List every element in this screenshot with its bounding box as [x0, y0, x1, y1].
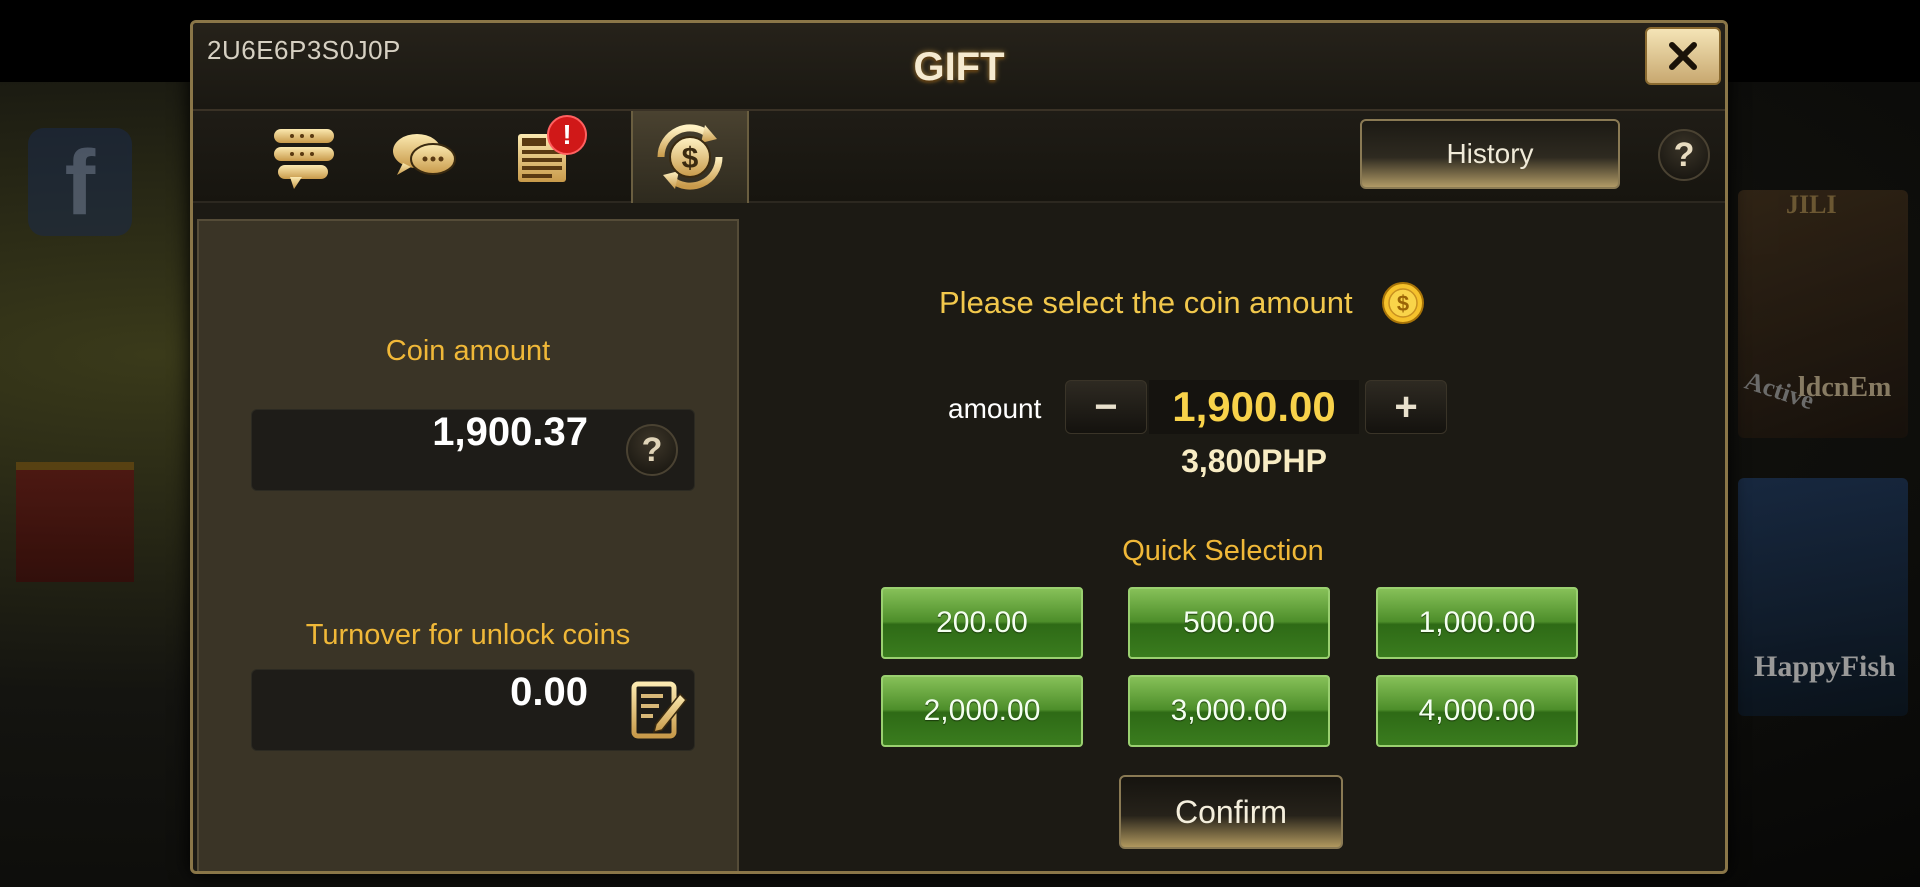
tab-coin-gift[interactable]: $: [631, 111, 749, 203]
tab-news[interactable]: !: [483, 111, 601, 203]
game-card-name: ldcnEm: [1798, 372, 1892, 403]
help-button[interactable]: ?: [1658, 129, 1710, 181]
turnover-box: 0.00: [251, 669, 695, 751]
turnover-label: Turnover for unlock coins: [305, 619, 631, 651]
game-card-happyfish: HappyFish: [1738, 478, 1908, 716]
edit-button[interactable]: [628, 678, 688, 742]
dialog-title: GIFT: [913, 45, 1005, 89]
decrease-amount-button[interactable]: −: [1065, 380, 1147, 434]
coin-exchange-icon: $: [657, 124, 723, 190]
coin-icon: $: [1382, 282, 1424, 324]
game-card-provider: JILI: [1786, 190, 1837, 219]
coin-amount-label: Coin amount: [385, 335, 551, 367]
history-button[interactable]: History: [1360, 119, 1620, 189]
tab-messages[interactable]: [365, 111, 483, 203]
close-icon: [1669, 42, 1697, 70]
svg-text:$: $: [1397, 291, 1409, 316]
quick-select-1000[interactable]: 1,000.00: [1376, 587, 1578, 659]
tab-vip-chat[interactable]: [245, 111, 363, 203]
quick-select-3000[interactable]: 3,000.00: [1128, 675, 1330, 747]
balance-panel: Coin amount 1,900.37 ? Turnover for unlo…: [197, 219, 739, 871]
php-equivalent: 3,800PHP: [1181, 443, 1327, 479]
quick-select-2000[interactable]: 2,000.00: [881, 675, 1083, 747]
game-card-name: HappyFish: [1754, 650, 1896, 683]
close-button[interactable]: [1645, 27, 1721, 85]
edit-note-icon: [631, 681, 688, 739]
quick-select-4000[interactable]: 4,000.00: [1376, 675, 1578, 747]
amount-input[interactable]: 1,900.00: [1149, 380, 1359, 434]
gift-dialog: 2U6E6P3S0J0P GIFT ! $ History ? Coin amo…: [190, 20, 1728, 874]
coin-amount-value: 1,900.37: [432, 410, 588, 454]
tab-bar: ! $ History ?: [193, 111, 1725, 203]
dialog-header: 2U6E6P3S0J0P GIFT: [193, 23, 1725, 111]
quick-select-200[interactable]: 200.00: [881, 587, 1083, 659]
svg-text:$: $: [682, 142, 699, 175]
increase-amount-button[interactable]: +: [1365, 380, 1447, 434]
turnover-value: 0.00: [510, 670, 588, 714]
quick-select-500[interactable]: 500.00: [1128, 587, 1330, 659]
coin-amount-help-button[interactable]: ?: [626, 424, 678, 476]
game-card-golden: JILI Active ldcnEm: [1738, 190, 1908, 438]
select-prompt: Please select the coin amount: [939, 285, 1353, 320]
coin-amount-box: 1,900.37 ?: [251, 409, 695, 491]
event-banner: [16, 462, 134, 582]
confirm-button[interactable]: Confirm: [1119, 775, 1343, 849]
facebook-icon: f: [28, 128, 132, 236]
quick-selection-label: Quick Selection: [1122, 535, 1324, 567]
message-bubbles-icon: [393, 134, 456, 175]
news-alert-badge: !: [547, 115, 587, 155]
vip-chat-icon: [274, 129, 334, 189]
amount-label: amount: [948, 393, 1042, 424]
